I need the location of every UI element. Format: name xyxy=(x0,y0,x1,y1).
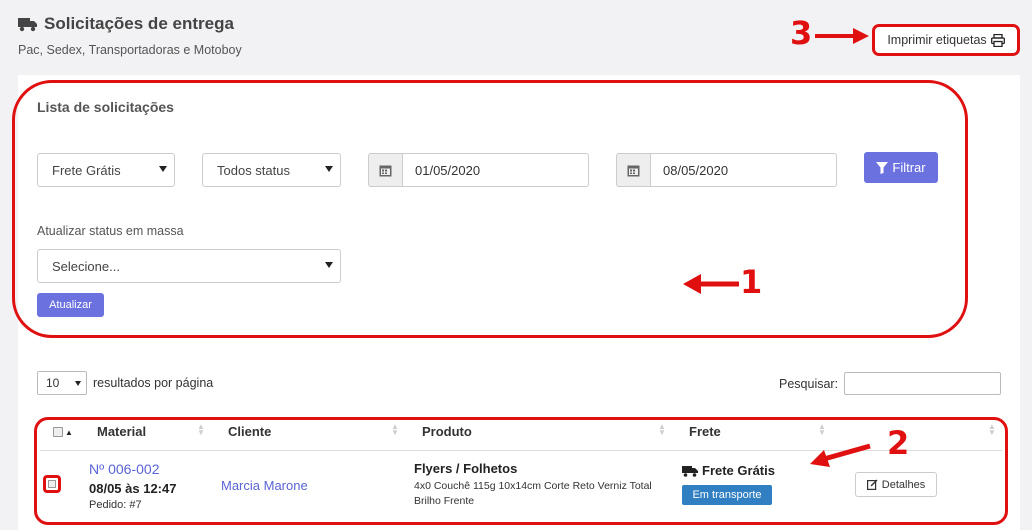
annotation-arrow-3 xyxy=(815,28,869,44)
shipping-type-select[interactable]: Frete Grátis xyxy=(37,153,175,187)
page-title: Solicitações de entrega xyxy=(18,14,242,34)
date-to-group: 08/05/2020 xyxy=(616,153,837,187)
page-subtitle: Pac, Sedex, Transportadoras e Motoboy xyxy=(18,43,242,57)
per-page-value: 10 xyxy=(46,376,60,390)
filters-title: Lista de solicitações xyxy=(37,99,174,115)
per-page-select[interactable]: 10 xyxy=(37,371,87,395)
date-to-input[interactable]: 08/05/2020 xyxy=(650,153,837,187)
sort-icon[interactable]: ▲ ▼ xyxy=(988,423,996,437)
edit-icon xyxy=(866,479,878,490)
filter-button[interactable]: Filtrar xyxy=(864,152,938,183)
filter-label: Filtrar xyxy=(892,160,926,175)
sort-icon[interactable]: ▲ ▼ xyxy=(658,423,666,437)
status-select[interactable]: Todos status xyxy=(202,153,341,187)
caret-down-icon xyxy=(325,166,333,172)
sort-icon[interactable]: ▲ ▼ xyxy=(818,423,826,437)
mass-update-label: Atualizar status em massa xyxy=(37,224,184,238)
printer-icon xyxy=(990,33,1005,47)
column-header-cliente[interactable]: Cliente xyxy=(228,424,271,439)
product-name: Flyers / Folhetos xyxy=(414,461,518,476)
column-header-material[interactable]: Material xyxy=(97,424,146,439)
status-value: Todos status xyxy=(217,162,290,178)
caret-down-icon xyxy=(75,381,81,386)
row-checkbox-inner xyxy=(48,480,56,488)
sort-icon[interactable]: ▲ ▼ xyxy=(197,423,205,437)
truck-icon xyxy=(18,18,37,32)
update-button[interactable]: Atualizar xyxy=(37,293,104,317)
column-header-produto[interactable]: Produto xyxy=(422,424,472,439)
row-checkbox[interactable] xyxy=(43,475,61,493)
page-title-text: Solicitações de entrega xyxy=(44,14,234,33)
details-label: Detalhes xyxy=(881,478,926,491)
annotation-number-1: 1 xyxy=(740,263,763,301)
print-labels-button[interactable]: Imprimir etiquetas xyxy=(872,24,1020,56)
search-input[interactable] xyxy=(844,372,1002,395)
search-label: Pesquisar: xyxy=(779,376,839,391)
annotation-number-2: 2 xyxy=(887,424,910,462)
details-button[interactable]: Detalhes xyxy=(855,472,937,497)
mass-update-value: Selecione... xyxy=(52,258,120,274)
annotation-number-3: 3 xyxy=(790,14,813,52)
filter-icon xyxy=(876,161,889,174)
shipping-type-value: Frete Grátis xyxy=(52,162,121,178)
calendar-icon xyxy=(616,153,650,187)
material-date: 08/05 às 12:47 xyxy=(89,481,177,496)
client-link[interactable]: Marcia Marone xyxy=(221,478,308,493)
order-number: Pedido: #7 xyxy=(89,499,142,511)
per-page-label: resultados por página xyxy=(93,376,214,390)
table-header-divider xyxy=(40,450,1002,451)
caret-down-icon xyxy=(159,166,167,172)
status-badge: Em transporte xyxy=(682,485,772,505)
product-description: 4x0 Couchê 115g 10x14cm Corte Reto Verni… xyxy=(414,480,652,507)
date-from-group: 01/05/2020 xyxy=(368,153,589,187)
search-control: Pesquisar: xyxy=(779,372,1002,395)
sort-asc-icon[interactable]: ▲ xyxy=(65,429,73,437)
per-page-control: 10 resultados por página xyxy=(37,371,213,395)
update-label: Atualizar xyxy=(49,299,92,311)
page-header: Solicitações de entrega Pac, Sedex, Tran… xyxy=(18,14,242,57)
main-card: Lista de solicitações Frete Grátis Todos… xyxy=(18,75,1020,530)
select-all-checkbox[interactable] xyxy=(53,427,63,437)
material-code-link[interactable]: Nº 006-002 xyxy=(89,461,160,477)
date-from-input[interactable]: 01/05/2020 xyxy=(402,153,589,187)
shipping-type: Frete Grátis xyxy=(682,463,775,478)
truck-icon xyxy=(682,465,698,477)
calendar-icon xyxy=(368,153,402,187)
caret-down-icon xyxy=(325,262,333,268)
mass-update-select[interactable]: Selecione... xyxy=(37,249,341,283)
print-labels-label: Imprimir etiquetas xyxy=(887,33,987,47)
sort-icon[interactable]: ▲ ▼ xyxy=(391,423,399,437)
shipping-type-label: Frete Grátis xyxy=(702,463,775,478)
column-header-frete[interactable]: Frete xyxy=(689,424,721,439)
